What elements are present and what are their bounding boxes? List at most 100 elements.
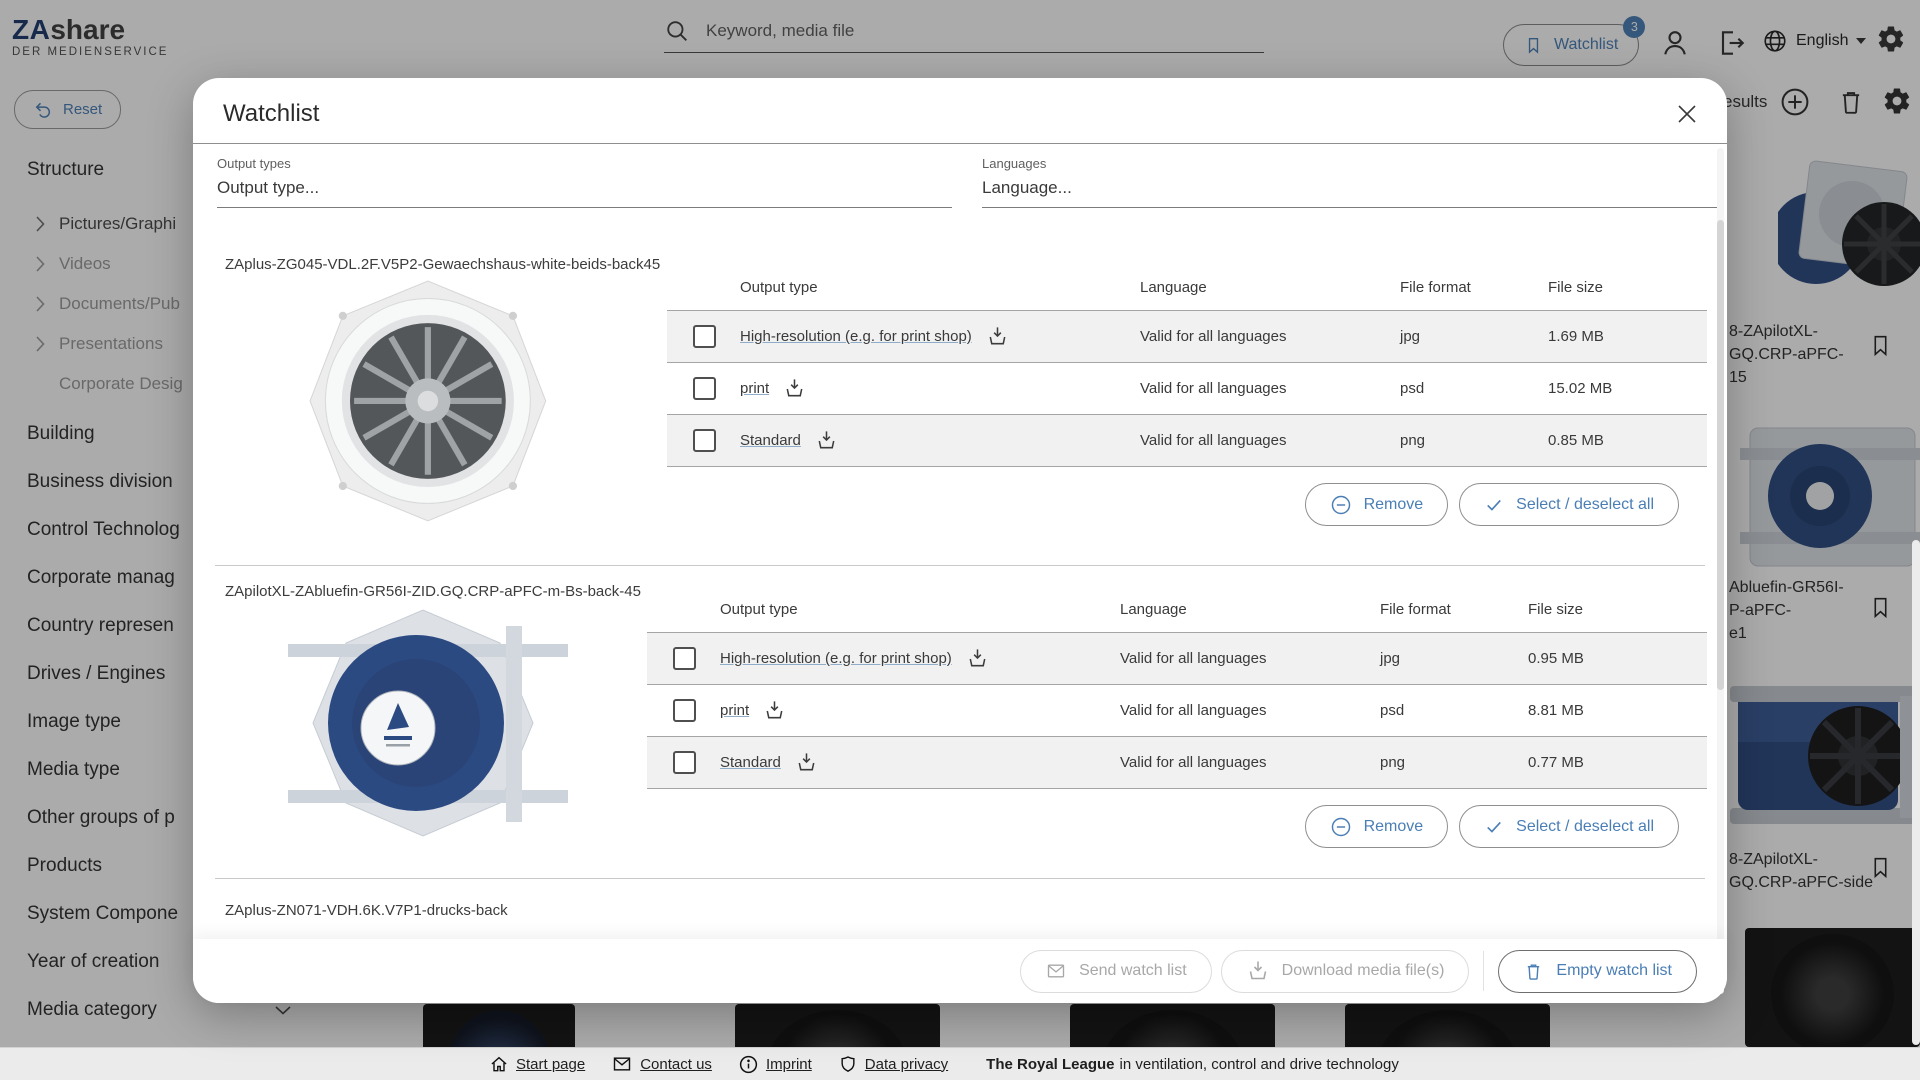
footer-link-start-page[interactable]: Start page xyxy=(489,1054,585,1074)
watchlist-item-name: ZAplus-ZN071-VDH.6K.V7P1-drucks-back xyxy=(225,902,508,919)
footer-link-contact-us[interactable]: Contact us xyxy=(611,1054,712,1074)
app-window: ZAshare DER MEDIENSERVICE Watchlist 3 En… xyxy=(0,0,1920,1080)
download-icon[interactable] xyxy=(815,429,838,452)
size-cell: 0.77 MB xyxy=(1528,754,1707,771)
footer-button-separator xyxy=(1483,951,1484,991)
download-icon[interactable] xyxy=(795,751,818,774)
table-header-row: Output type Language File format File si… xyxy=(647,586,1707,632)
download-icon[interactable] xyxy=(986,325,1009,348)
watchlist-item-name: ZAplus-ZG045-VDL.2F.V5P2-Gewaechshaus-wh… xyxy=(225,256,660,273)
page-scrollbar[interactable] xyxy=(1912,540,1920,1045)
languages-filter: Languages Language... xyxy=(982,156,1718,208)
row-checkbox[interactable] xyxy=(673,699,696,722)
language-cell: Valid for all languages xyxy=(1120,754,1380,771)
size-cell: 15.02 MB xyxy=(1548,380,1707,397)
language-cell: Valid for all languages xyxy=(1140,328,1400,345)
check-icon xyxy=(1484,817,1504,837)
remove-button[interactable]: Remove xyxy=(1305,483,1449,526)
download-media-files-button[interactable]: Download media file(s) xyxy=(1221,950,1470,993)
table-row: Standard Valid for all languages png 0.8… xyxy=(667,414,1707,467)
envelope-icon xyxy=(1045,961,1067,981)
download-icon[interactable] xyxy=(763,699,786,722)
item-divider xyxy=(215,565,1705,566)
shield-icon xyxy=(838,1054,858,1075)
minus-circle-icon xyxy=(1330,816,1352,838)
output-type-link[interactable]: High-resolution (e.g. for print shop) xyxy=(720,650,952,667)
col-language: Language xyxy=(1120,601,1380,618)
modal-scrollbar-thumb[interactable] xyxy=(1717,220,1724,690)
watchlist-modal: Watchlist Output types Output type... La… xyxy=(193,78,1727,1003)
remove-button[interactable]: Remove xyxy=(1305,805,1449,848)
empty-watch-list-button[interactable]: Empty watch list xyxy=(1498,950,1697,993)
output-type-link[interactable]: Standard xyxy=(740,432,801,449)
format-cell: png xyxy=(1400,432,1548,449)
download-icon[interactable] xyxy=(783,377,806,400)
modal-footer: Send watch list Download media file(s) E… xyxy=(193,939,1727,1003)
info-icon xyxy=(738,1054,759,1075)
size-cell: 8.81 MB xyxy=(1528,702,1707,719)
output-type-link[interactable]: print xyxy=(740,380,769,397)
size-cell: 1.69 MB xyxy=(1548,328,1707,345)
size-cell: 0.95 MB xyxy=(1528,650,1707,667)
output-type-link[interactable]: High-resolution (e.g. for print shop) xyxy=(740,328,972,345)
download-icon xyxy=(1246,959,1270,983)
select-deselect-all-button[interactable]: Select / deselect all xyxy=(1459,483,1679,526)
close-icon[interactable] xyxy=(1671,98,1703,135)
watchlist-item-image xyxy=(273,278,593,533)
row-checkbox[interactable] xyxy=(673,751,696,774)
col-file-size: File size xyxy=(1548,279,1707,296)
watchlist-item-table: Output type Language File format File si… xyxy=(667,264,1707,467)
row-checkbox[interactable] xyxy=(693,377,716,400)
col-output-type: Output type xyxy=(720,601,1120,618)
languages-filter-value[interactable]: Language... xyxy=(982,178,1718,208)
language-cell: Valid for all languages xyxy=(1120,702,1380,719)
modal-header-divider xyxy=(193,143,1727,144)
send-watch-list-button[interactable]: Send watch list xyxy=(1020,950,1212,993)
format-cell: psd xyxy=(1380,702,1528,719)
table-row: print Valid for all languages psd 8.81 M… xyxy=(647,684,1707,736)
table-header-row: Output type Language File format File si… xyxy=(667,264,1707,310)
format-cell: jpg xyxy=(1400,328,1548,345)
item-actions: Remove Select / deselect all xyxy=(1305,805,1679,848)
watchlist-item-table: Output type Language File format File si… xyxy=(647,586,1707,789)
output-types-filter-label: Output types xyxy=(217,156,952,171)
language-cell: Valid for all languages xyxy=(1140,380,1400,397)
watchlist-item-name: ZApilotXL-ZAbluefin-GR56I-ZID.GQ.CRP-aPF… xyxy=(225,583,641,600)
select-deselect-all-button[interactable]: Select / deselect all xyxy=(1459,805,1679,848)
col-language: Language xyxy=(1140,279,1400,296)
envelope-icon xyxy=(611,1054,633,1074)
row-checkbox[interactable] xyxy=(673,647,696,670)
modal-title: Watchlist xyxy=(223,100,319,128)
language-cell: Valid for all languages xyxy=(1120,650,1380,667)
table-row: High-resolution (e.g. for print shop) Va… xyxy=(647,632,1707,684)
format-cell: png xyxy=(1380,754,1528,771)
languages-filter-label: Languages xyxy=(982,156,1718,171)
minus-circle-icon xyxy=(1330,494,1352,516)
output-type-link[interactable]: print xyxy=(720,702,749,719)
col-output-type: Output type xyxy=(740,279,1140,296)
watchlist-item-image xyxy=(278,606,578,846)
language-cell: Valid for all languages xyxy=(1140,432,1400,449)
home-icon xyxy=(489,1054,509,1074)
item-actions: Remove Select / deselect all xyxy=(1305,483,1679,526)
page-footer: Start page Contact us Imprint Data priva… xyxy=(0,1047,1920,1080)
item-divider xyxy=(215,878,1705,879)
trash-icon xyxy=(1523,960,1544,983)
size-cell: 0.85 MB xyxy=(1548,432,1707,449)
col-file-size: File size xyxy=(1528,601,1707,618)
format-cell: psd xyxy=(1400,380,1548,397)
output-types-filter-value[interactable]: Output type... xyxy=(217,178,952,208)
footer-link-imprint[interactable]: Imprint xyxy=(738,1054,812,1075)
check-icon xyxy=(1484,495,1504,515)
row-checkbox[interactable] xyxy=(693,325,716,348)
table-row: print Valid for all languages psd 15.02 … xyxy=(667,362,1707,414)
format-cell: jpg xyxy=(1380,650,1528,667)
output-types-filter: Output types Output type... xyxy=(217,156,952,208)
output-type-link[interactable]: Standard xyxy=(720,754,781,771)
footer-link-data-privacy[interactable]: Data privacy xyxy=(838,1054,948,1075)
footer-tagline: The Royal Leaguein ventilation, control … xyxy=(986,1056,1399,1073)
col-file-format: File format xyxy=(1380,601,1528,618)
row-checkbox[interactable] xyxy=(693,429,716,452)
table-row: High-resolution (e.g. for print shop) Va… xyxy=(667,310,1707,362)
download-icon[interactable] xyxy=(966,647,989,670)
